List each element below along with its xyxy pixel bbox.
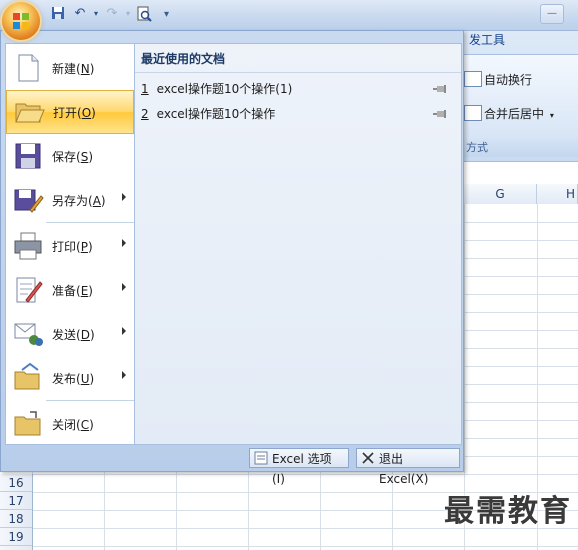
merge-center-button[interactable]: 合并后居中 ▾: [464, 105, 554, 122]
exit-excel-button[interactable]: 退出 Excel(X): [356, 448, 460, 486]
menu-item-save[interactable]: 保存(S): [6, 134, 134, 178]
send-icon: [14, 323, 43, 346]
office-logo-icon: [13, 13, 29, 29]
menu-item-prepare[interactable]: 准备(E): [6, 268, 134, 312]
menu-item-publish[interactable]: 发布(U): [6, 356, 134, 400]
row-header-18[interactable]: 18: [0, 510, 32, 528]
menu-divider: [46, 222, 134, 223]
customize-qat-icon[interactable]: ▾: [164, 7, 178, 23]
group-label: 方式: [464, 139, 578, 157]
pin-icon[interactable]: [433, 85, 447, 93]
wrap-text-label: 自动换行: [484, 73, 533, 87]
submenu-arrow-icon: [122, 239, 126, 247]
wrap-text-button[interactable]: 自动换行: [464, 71, 533, 88]
printer-icon: [14, 232, 42, 260]
submenu-arrow-icon: [122, 371, 126, 379]
column-header-h[interactable]: H: [537, 184, 578, 204]
menu-item-open[interactable]: 打开(O): [6, 90, 134, 134]
office-menu: 新建(N) 打开(O) 保存(S) 另存为(A) 打印(P) 准备(E) 发送(…: [0, 30, 464, 486]
save-as-icon: [14, 189, 44, 213]
prepare-icon: [16, 277, 43, 303]
undo-icon[interactable]: ↶: [72, 6, 88, 22]
row-header-17[interactable]: 17: [0, 492, 32, 510]
office-button[interactable]: [2, 2, 40, 40]
menu-item-print[interactable]: 打印(P): [6, 224, 134, 268]
new-document-icon: [18, 54, 39, 82]
submenu-arrow-icon: [122, 193, 126, 201]
menu-item-new[interactable]: 新建(N): [6, 46, 134, 90]
merge-dropdown-icon[interactable]: ▾: [550, 111, 554, 120]
title-bar: ↶ ▾ ↷ ▾ ▾ —: [0, 0, 578, 31]
close-icon: [362, 452, 374, 464]
publish-icon: [14, 362, 40, 390]
recent-documents-panel: 最近使用的文档 1 excel操作题10个操作(1) 2 excel操作题10个操作: [135, 43, 462, 445]
recent-divider: [135, 72, 461, 73]
ribbon-alignment-group: 自动换行 合并后居中 ▾ 方式: [464, 54, 578, 157]
row-headers: 16 17 18 19: [0, 474, 33, 550]
options-icon: [254, 451, 268, 465]
open-folder-icon: [15, 103, 45, 123]
submenu-arrow-icon: [122, 283, 126, 291]
menu-item-save-as[interactable]: 另存为(A): [6, 178, 134, 222]
submenu-arrow-icon: [122, 327, 126, 335]
menu-divider: [46, 400, 134, 401]
recent-item[interactable]: 2 excel操作题10个操作: [141, 104, 455, 124]
merge-center-label: 合并后居中: [484, 107, 545, 121]
recent-documents-title: 最近使用的文档: [141, 52, 226, 66]
excel-options-button[interactable]: Excel 选项(I): [249, 448, 349, 486]
menu-footer: Excel 选项(I) 退出 Excel(X): [1, 445, 463, 486]
redo-icon: ↷: [106, 6, 118, 21]
menu-commands: 新建(N) 打开(O) 保存(S) 另存为(A) 打印(P) 准备(E) 发送(…: [5, 43, 135, 445]
close-folder-icon: [14, 411, 41, 436]
column-header-g[interactable]: G: [464, 184, 537, 204]
menu-item-send[interactable]: 发送(D): [6, 312, 134, 356]
print-preview-icon[interactable]: [136, 6, 152, 22]
column-header: G H: [464, 184, 578, 205]
wrap-text-icon: [464, 71, 482, 87]
minimize-icon[interactable]: —: [540, 4, 564, 24]
redo-dropdown-icon: ▾: [125, 9, 130, 18]
tab-developer[interactable]: 发工具: [465, 28, 509, 52]
save-icon[interactable]: [50, 6, 66, 22]
formula-bar[interactable]: [464, 161, 578, 185]
watermark: 最需教育: [444, 494, 572, 529]
undo-dropdown-icon[interactable]: ▾: [88, 6, 104, 22]
menu-item-close[interactable]: 关闭(C): [6, 402, 134, 446]
row-header-16[interactable]: 16: [0, 474, 32, 492]
recent-item[interactable]: 1 excel操作题10个操作(1): [141, 79, 455, 99]
pin-icon[interactable]: [433, 110, 447, 118]
row-header-19[interactable]: 19: [0, 528, 32, 546]
merge-center-icon: [464, 105, 482, 121]
save-disk-icon: [15, 143, 41, 169]
